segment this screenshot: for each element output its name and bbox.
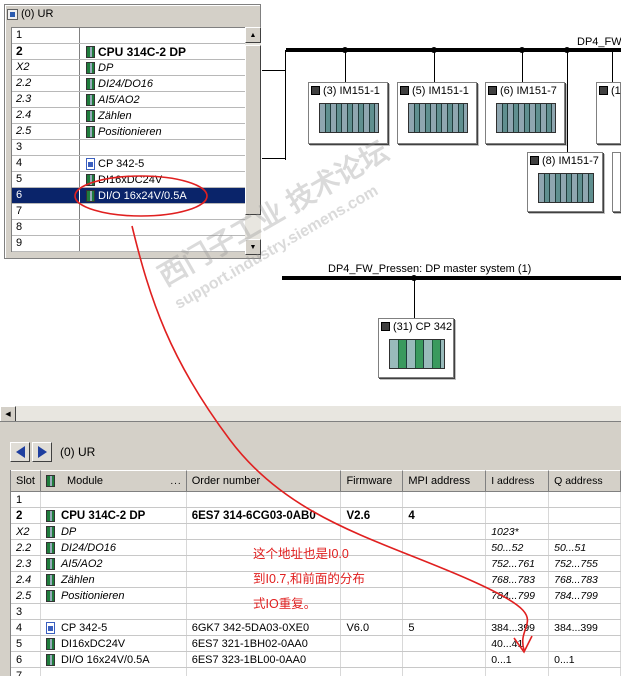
annotation-line: 这个地址也是I0.0 [253,547,349,561]
annotation-line: 到I0.7,和前面的分布 [253,572,365,586]
annotation-line: 式IO重复。 [253,597,317,611]
annotation-circle [74,175,208,217]
annotation-note: 这个地址也是I0.0 到I0.7,和前面的分布 式IO重复。 [253,542,413,617]
